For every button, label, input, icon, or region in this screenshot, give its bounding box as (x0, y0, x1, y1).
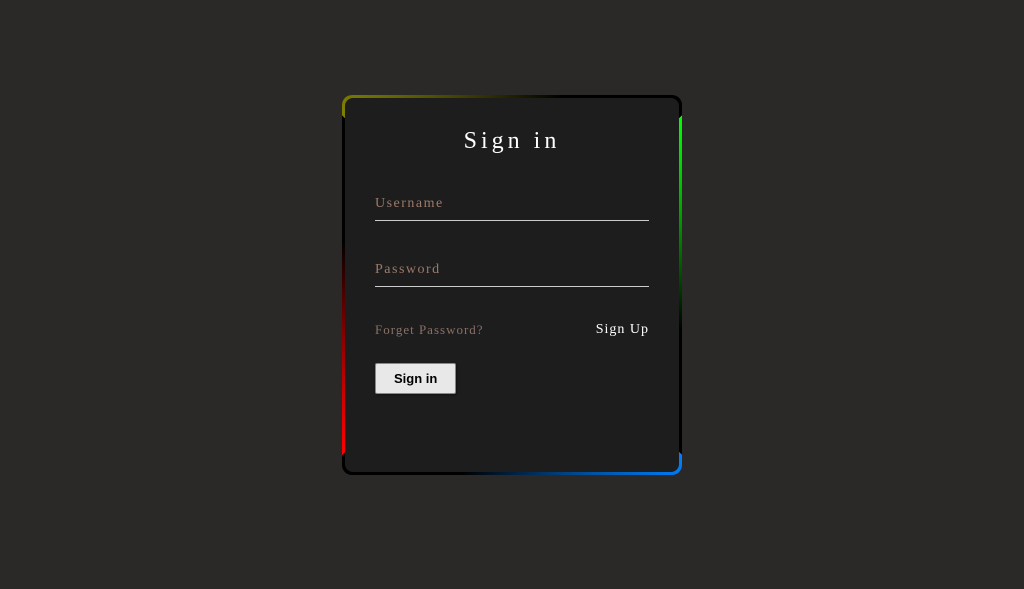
forgot-password-link[interactable]: Forget Password? (375, 322, 484, 338)
signin-button[interactable]: Sign in (375, 363, 456, 394)
signup-link[interactable]: Sign Up (596, 322, 649, 338)
login-inner: Sign in Username Password Forget Passwor… (345, 98, 679, 472)
login-box: Sign in Username Password Forget Passwor… (342, 95, 682, 475)
form-title: Sign in (375, 128, 649, 155)
links-row: Forget Password? Sign Up (375, 322, 649, 338)
password-input[interactable] (375, 256, 649, 287)
password-group: Password (375, 256, 649, 287)
username-input[interactable] (375, 190, 649, 221)
username-group: Username (375, 190, 649, 221)
